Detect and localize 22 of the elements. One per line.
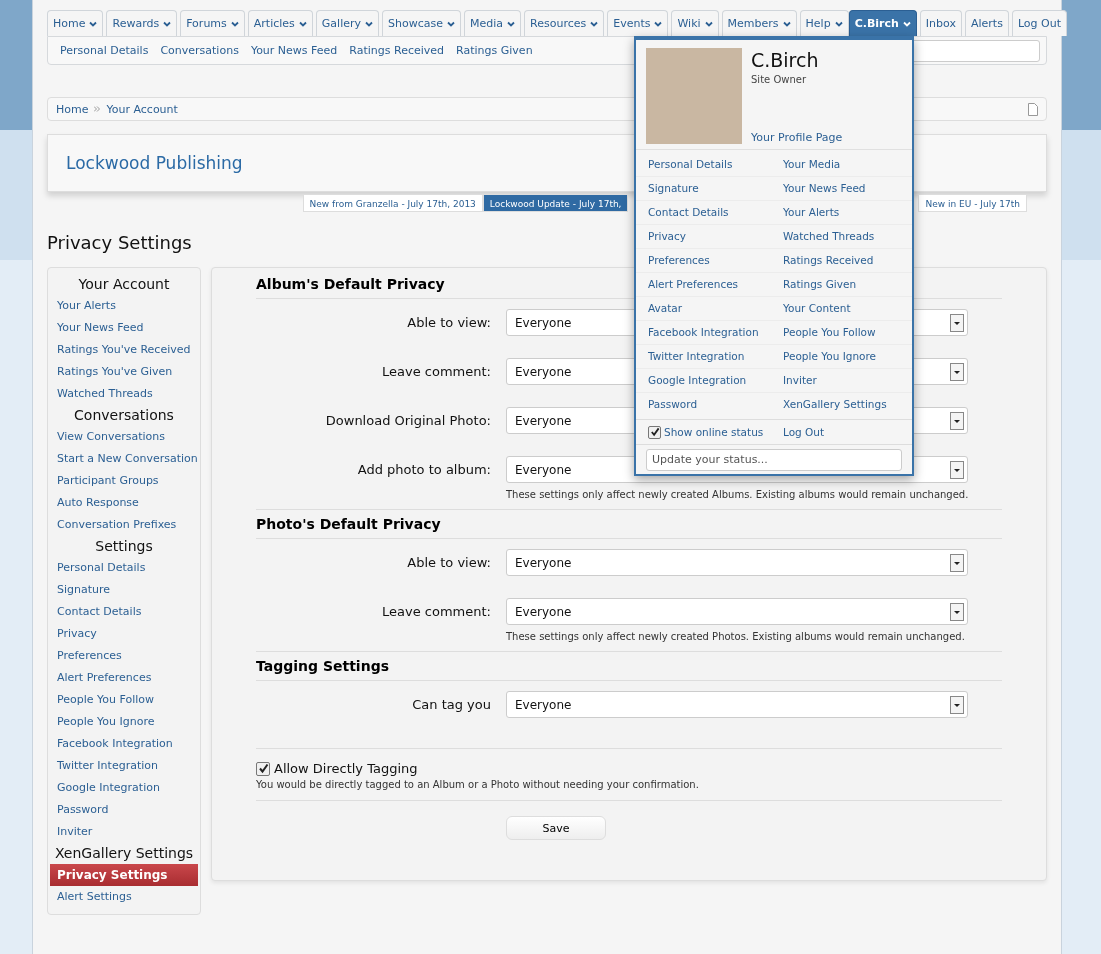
site-title: Lockwood Publishing: [66, 153, 243, 173]
page-title: Privacy Settings: [47, 232, 192, 253]
field-label: Able to view:: [406, 554, 492, 572]
sidebar-heading: Settings: [94, 537, 154, 556]
sidebar-heading: Conversations: [73, 406, 175, 425]
hint-text: You would be directly tagged to an Album or a Photo without needing your confirmation.: [256, 776, 1002, 801]
field-label: Able to view:: [406, 314, 492, 332]
field-label: Leave comment:: [381, 603, 492, 621]
hint-text: These settings only affect newly created Photos. Existing albums would remain unchanged.: [506, 631, 966, 642]
sidebar-heading: Your Account: [77, 275, 171, 294]
field-label: Leave comment:: [381, 363, 492, 381]
user-role: Site Owner: [751, 74, 808, 85]
field-label: Download Original Photo:: [324, 412, 492, 430]
checkbox-label: Allow Directly Tagging: [274, 761, 418, 776]
sidebar-heading: XenGallery Settings: [53, 844, 195, 863]
field-label: Add photo to album:: [356, 461, 492, 479]
section-heading: Photo's Default Privacy: [256, 516, 1002, 539]
checkbox-label: Show online status: [664, 425, 764, 440]
user-name: C.Birch: [751, 48, 820, 72]
section-heading: Tagging Settings: [256, 658, 1002, 681]
field-label: Can tag you: [411, 696, 492, 714]
hint-text: These settings only affect newly created Albums. Existing albums would remain unchanged.: [506, 489, 968, 500]
